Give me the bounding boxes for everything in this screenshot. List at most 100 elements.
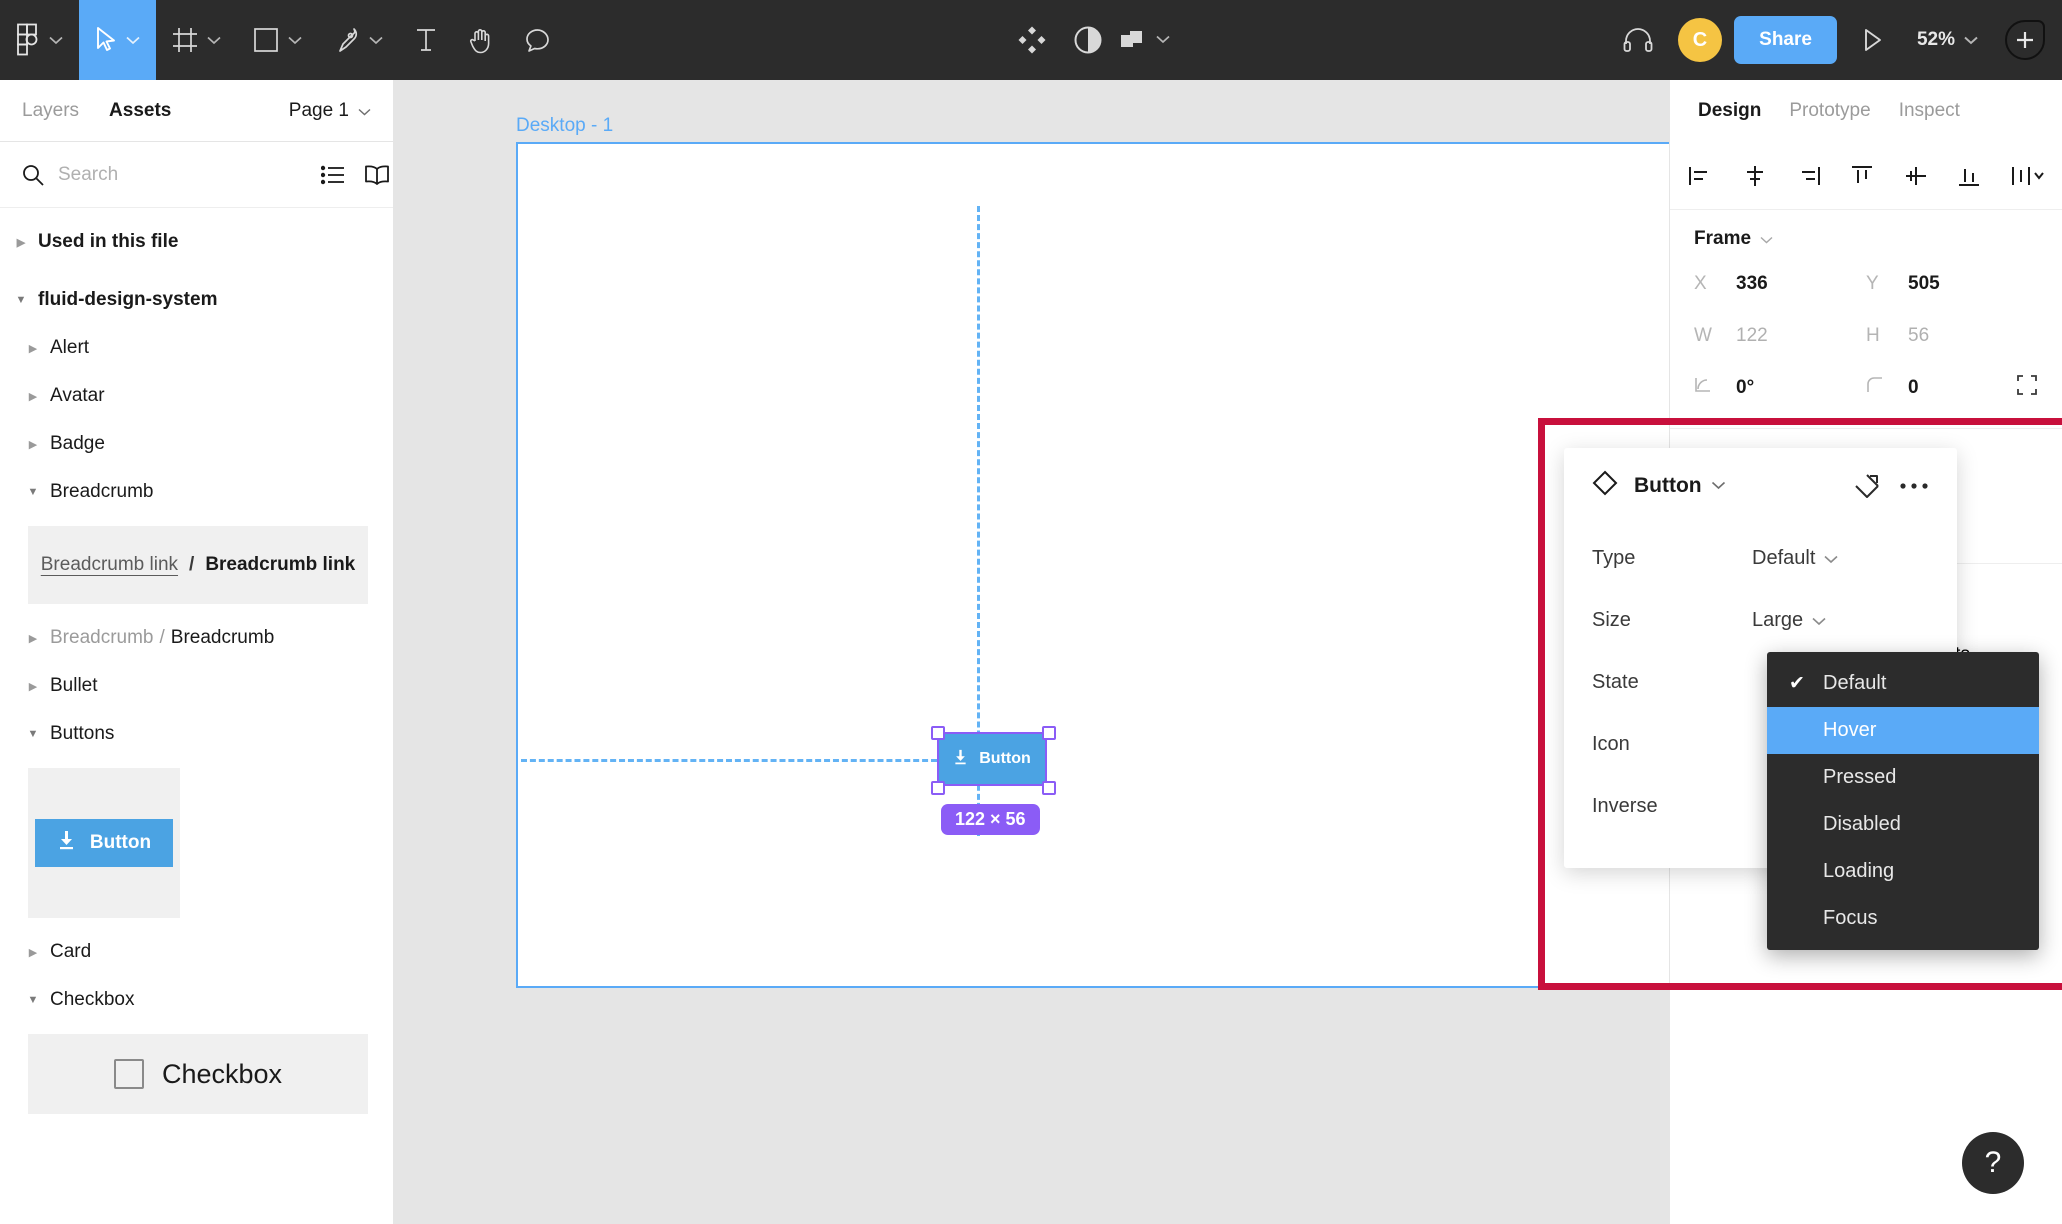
breadcrumb-preview-thumbnail[interactable]: Breadcrumb link / Breadcrumb link	[28, 526, 368, 604]
sidebar-section-fluid-design-system[interactable]: ▼ fluid-design-system	[0, 276, 393, 324]
mask-icon[interactable]	[1060, 0, 1116, 80]
align-horizontal-center-icon[interactable]	[1742, 164, 1768, 188]
text-tool-icon[interactable]	[399, 0, 453, 80]
dropdown-item-hover[interactable]: Hover	[1767, 707, 2039, 754]
headphones-icon[interactable]	[1610, 0, 1666, 80]
rotation-field[interactable]: 0°	[1694, 368, 1866, 408]
chevron-down-icon[interactable]	[1824, 547, 1838, 570]
sidebar-item-breadcrumb[interactable]: ▼ Breadcrumb	[0, 468, 393, 516]
sidebar-item-checkbox[interactable]: ▼ Checkbox	[0, 976, 393, 1024]
chevron-down-icon[interactable]: ▼	[12, 294, 30, 306]
chevron-right-icon[interactable]: ▶	[24, 680, 42, 693]
distribute-icon[interactable]	[2010, 164, 2044, 188]
align-vertical-center-icon[interactable]	[1903, 164, 1929, 188]
chevron-down-icon[interactable]	[1964, 29, 1978, 51]
chevron-down-icon[interactable]	[126, 36, 140, 45]
desktop-frame[interactable]: Button 122 × 56	[516, 142, 1669, 988]
sidebar-item-alert[interactable]: ▶ Alert	[0, 324, 393, 372]
dropdown-item-default[interactable]: ✔ Default	[1767, 660, 2039, 707]
chevron-down-icon[interactable]	[288, 36, 302, 45]
chevron-down-icon[interactable]	[1156, 31, 1170, 49]
resize-handle-bottom-left[interactable]	[931, 781, 945, 795]
add-plugin-icon[interactable]	[2002, 17, 2048, 63]
chevron-right-icon[interactable]: ▶	[24, 438, 42, 451]
sidebar-item-breadcrumb-variant[interactable]: ▶ Breadcrumb / Breadcrumb	[0, 614, 393, 662]
align-left-icon[interactable]	[1688, 164, 1714, 188]
tab-design[interactable]: Design	[1698, 100, 1761, 122]
swap-instance-icon[interactable]	[1853, 472, 1881, 500]
sidebar-item-bullet[interactable]: ▶ Bullet	[0, 662, 393, 710]
dropdown-item-disabled[interactable]: Disabled	[1767, 801, 2039, 848]
component-prop-type-selector[interactable]: Default	[1752, 547, 1838, 570]
checkbox-preview-thumbnail[interactable]: Checkbox	[28, 1034, 368, 1114]
zoom-level-selector[interactable]: 52%	[1901, 29, 1984, 51]
chevron-down-icon[interactable]	[1711, 477, 1726, 495]
h-field[interactable]: H 56	[1866, 316, 2038, 356]
chevron-down-icon[interactable]	[1812, 609, 1826, 632]
chevron-down-icon[interactable]	[1760, 228, 1773, 250]
corner-radius-field[interactable]: 0	[1866, 368, 2038, 408]
design-canvas[interactable]: Desktop - 1 Button 122 × 56	[394, 80, 1669, 1224]
chevron-right-icon[interactable]: ▶	[24, 342, 42, 355]
sidebar-section-used-in-this-file[interactable]: ▶ Used in this file	[0, 218, 393, 266]
sidebar-item-card[interactable]: ▶ Card	[0, 928, 393, 976]
tab-assets[interactable]: Assets	[109, 100, 171, 122]
align-bottom-icon[interactable]	[1956, 164, 1982, 188]
help-button[interactable]: ?	[1962, 1132, 2024, 1194]
share-button[interactable]: Share	[1734, 16, 1837, 64]
search-input[interactable]	[58, 163, 303, 186]
dropdown-item-loading[interactable]: Loading	[1767, 848, 2039, 895]
frame-section-title[interactable]: Frame	[1694, 228, 2038, 250]
button-preview-thumbnail[interactable]: Button	[28, 768, 180, 918]
book-library-icon[interactable]	[363, 164, 391, 186]
chevron-down-icon[interactable]: ▼	[24, 994, 42, 1006]
list-view-icon[interactable]	[321, 165, 345, 185]
independent-corners-icon[interactable]	[2016, 374, 2038, 402]
tab-prototype[interactable]: Prototype	[1789, 100, 1870, 122]
chevron-right-icon[interactable]: ▶	[24, 632, 42, 645]
page-selector[interactable]: Page 1	[289, 100, 371, 122]
more-options-icon[interactable]	[1899, 481, 1929, 491]
pen-tool-icon[interactable]	[318, 0, 399, 80]
state-dropdown-menu: ✔ Default Hover Pressed Disabled Loading…	[1767, 652, 2039, 950]
chevron-down-icon[interactable]: ▼	[24, 486, 42, 498]
tab-layers[interactable]: Layers	[22, 100, 79, 122]
align-right-icon[interactable]	[1795, 164, 1821, 188]
chevron-down-icon[interactable]	[49, 36, 63, 45]
hand-tool-icon[interactable]	[453, 0, 509, 80]
sidebar-item-buttons[interactable]: ▼ Buttons	[0, 710, 393, 758]
chevron-down-icon[interactable]: ▼	[24, 728, 42, 740]
resize-handle-top-left[interactable]	[931, 726, 945, 740]
boolean-icon[interactable]	[1116, 0, 1172, 80]
chevron-down-icon[interactable]	[207, 36, 221, 45]
chevron-down-icon[interactable]	[358, 100, 371, 122]
w-field[interactable]: W 122	[1694, 316, 1866, 356]
align-top-icon[interactable]	[1849, 164, 1875, 188]
breadcrumb-link-one: Breadcrumb link	[40, 554, 179, 575]
frame-name-label[interactable]: Desktop - 1	[516, 115, 613, 137]
x-field[interactable]: X 336	[1694, 264, 1866, 304]
comment-tool-icon[interactable]	[509, 0, 566, 80]
resize-handle-top-right[interactable]	[1042, 726, 1056, 740]
selected-button-instance[interactable]: Button	[937, 732, 1047, 786]
chevron-right-icon[interactable]: ▶	[12, 236, 30, 249]
figma-menu-icon[interactable]	[0, 0, 79, 80]
tab-inspect[interactable]: Inspect	[1899, 100, 1960, 122]
component-prop-size-selector[interactable]: Large	[1752, 609, 1826, 632]
frame-tool-icon[interactable]	[156, 0, 237, 80]
dropdown-item-focus[interactable]: Focus	[1767, 895, 2039, 942]
chevron-down-icon[interactable]	[369, 36, 383, 45]
present-play-icon[interactable]	[1845, 0, 1901, 80]
y-field[interactable]: Y 505	[1866, 264, 2038, 304]
chevron-right-icon[interactable]: ▶	[24, 390, 42, 403]
components-icon[interactable]	[1004, 0, 1060, 80]
avatar[interactable]: C	[1678, 18, 1723, 62]
move-tool-icon[interactable]	[79, 0, 156, 80]
chevron-right-icon[interactable]: ▶	[24, 946, 42, 959]
sidebar-item-badge[interactable]: ▶ Badge	[0, 420, 393, 468]
dropdown-item-pressed[interactable]: Pressed	[1767, 754, 2039, 801]
y-value: 505	[1908, 273, 1940, 294]
resize-handle-bottom-right[interactable]	[1042, 781, 1056, 795]
shape-tool-icon[interactable]	[237, 0, 318, 80]
sidebar-item-avatar[interactable]: ▶ Avatar	[0, 372, 393, 420]
